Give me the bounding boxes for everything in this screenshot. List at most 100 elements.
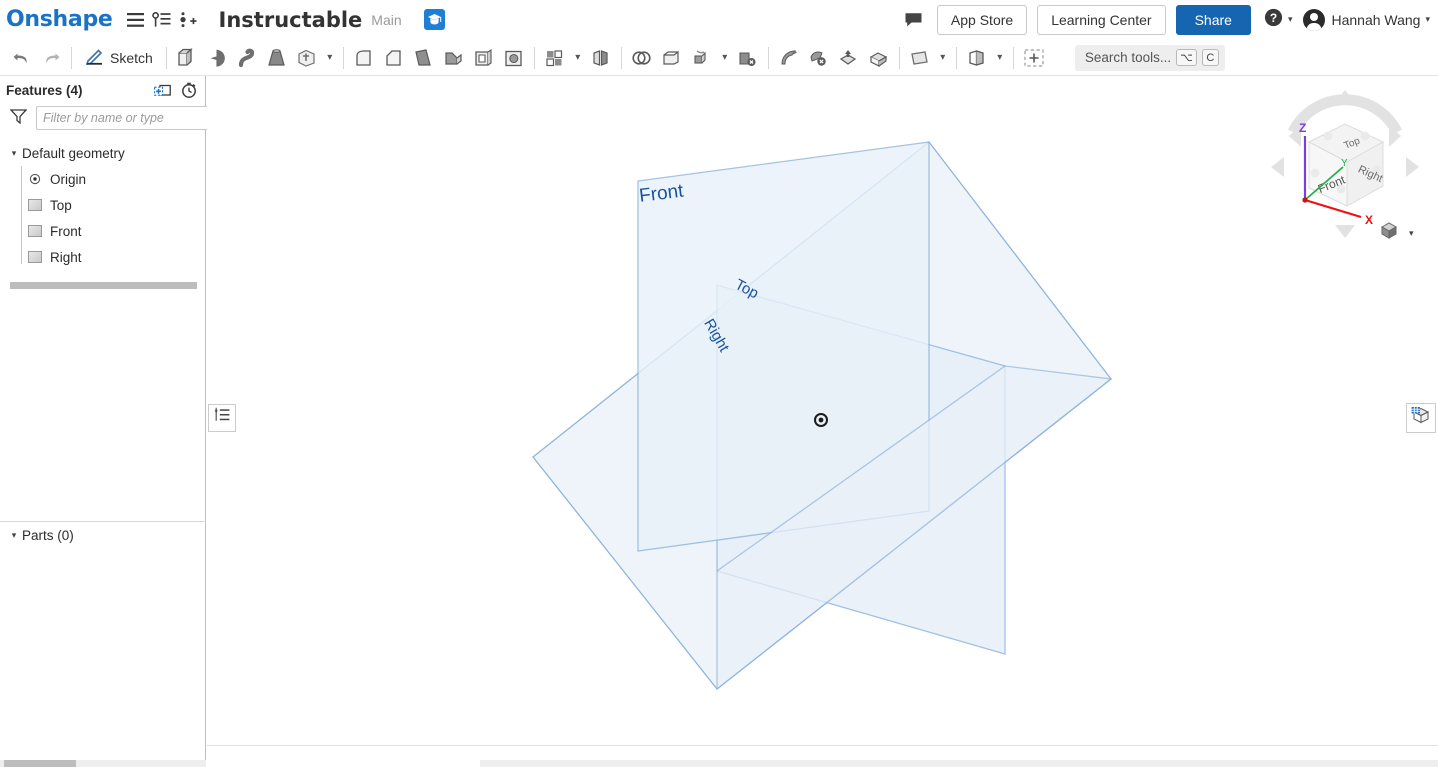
display-style-caret-icon[interactable]: ▾ [1409, 228, 1414, 239]
toolbar-divider [767, 46, 769, 69]
tree-node-origin[interactable]: Origin [0, 166, 205, 192]
tabs-bottom-scrollbar-thumb[interactable] [276, 760, 480, 767]
hole-icon[interactable] [499, 43, 529, 73]
toolbar-divider [620, 46, 622, 69]
tree-node-right[interactable]: Right [0, 244, 205, 270]
enclose-icon[interactable] [864, 43, 894, 73]
transform-caret-icon[interactable]: ▾ [717, 43, 733, 73]
display-style-menu[interactable]: ▾ [1379, 221, 1414, 245]
plane-icon [28, 199, 42, 211]
chevron-down-icon[interactable]: ▾ [6, 530, 22, 541]
feature-list-panel-icon [213, 407, 231, 429]
toolbar-divider [342, 46, 344, 69]
sketch-label: Sketch [110, 49, 153, 66]
features-caret-icon[interactable]: ▾ [322, 43, 338, 73]
fillet-icon[interactable] [349, 43, 379, 73]
toolbar-divider [1012, 46, 1014, 69]
add-branch-icon[interactable] [175, 6, 201, 34]
svg-text:?: ? [1270, 11, 1277, 25]
graphics-viewport[interactable]: Front Top Right Top Front Right Z Y X ▾ [207, 76, 1438, 767]
sweep-icon[interactable] [232, 43, 262, 73]
origin-point-icon [28, 173, 42, 185]
plane-icon [28, 225, 42, 237]
feature-list-panel-toggle[interactable] [208, 404, 236, 432]
sketch-button[interactable]: Sketch [77, 44, 161, 72]
search-input[interactable]: Search tools... [1085, 50, 1171, 65]
construction-plane-icon[interactable] [905, 43, 935, 73]
loft-icon[interactable] [262, 43, 292, 73]
view-cube[interactable]: Top Front Right Z Y X [1265, 84, 1425, 244]
add-folder-icon[interactable] [154, 83, 171, 98]
left-panel-bottom-scrollbar-thumb[interactable] [4, 760, 76, 767]
viewport-bottom-border [207, 745, 1438, 746]
help-circle-icon: ? [1264, 8, 1283, 32]
sheetmetal-caret-icon[interactable]: ▾ [992, 43, 1008, 73]
app-store-button[interactable]: App Store [936, 4, 1028, 35]
features-header: Features (4) [0, 76, 205, 104]
user-menu[interactable]: Hannah Wang ▾ [1303, 8, 1430, 31]
revolve-icon[interactable] [202, 43, 232, 73]
tree-node-label: Origin [50, 171, 87, 187]
boolean-icon[interactable] [627, 43, 657, 73]
move-face-icon[interactable] [774, 43, 804, 73]
more-features-icon[interactable] [292, 43, 322, 73]
tree-children: Origin Top Front Right [0, 166, 205, 270]
draft-icon[interactable] [409, 43, 439, 73]
version-graph-icon[interactable] [149, 6, 175, 34]
onshape-logo[interactable]: Onshape [6, 7, 113, 32]
pattern-caret-icon[interactable]: ▾ [570, 43, 586, 73]
split-icon[interactable] [657, 43, 687, 73]
appearance-panel-toggle[interactable] [1406, 403, 1436, 433]
filter-funnel-icon[interactable] [9, 108, 28, 129]
shell-icon[interactable] [469, 43, 499, 73]
display-style-cube-icon [1379, 221, 1399, 245]
document-title[interactable]: Instructable [219, 8, 363, 32]
linear-pattern-icon[interactable] [540, 43, 570, 73]
hamburger-menu-icon[interactable] [123, 6, 149, 34]
tree-node-label: Top [50, 197, 72, 213]
onshape-document-window: Onshape Instructable Main App Store Lear… [0, 0, 1438, 767]
search-tools-box[interactable]: Search tools... ⌥ C [1074, 44, 1225, 71]
tree-node-label: Default geometry [22, 145, 125, 161]
share-button[interactable]: Share [1175, 4, 1251, 35]
help-caret-icon: ▾ [1287, 14, 1293, 24]
tree-node-label: Right [50, 249, 82, 265]
rib-icon[interactable] [439, 43, 469, 73]
document-branch[interactable]: Main [371, 12, 401, 28]
delete-face-icon[interactable] [804, 43, 834, 73]
chevron-down-icon[interactable]: ▾ [6, 148, 22, 159]
plane-caret-icon[interactable]: ▾ [935, 43, 951, 73]
parts-label: Parts (0) [22, 527, 74, 543]
app-header: Onshape Instructable Main App Store Lear… [0, 0, 1438, 40]
toolbar-divider [71, 46, 72, 69]
feature-tree-panel: Features (4) Filter by name or type ▾ De… [0, 76, 211, 767]
origin-point-marker[interactable] [814, 413, 828, 427]
tree-node-top[interactable]: Top [0, 192, 205, 218]
mirror-icon[interactable] [586, 43, 616, 73]
toolbar-divider [955, 46, 957, 69]
sheet-metal-icon[interactable] [962, 43, 992, 73]
transform-icon[interactable] [687, 43, 717, 73]
chamfer-icon[interactable] [379, 43, 409, 73]
tree-node-default-geometry[interactable]: ▾ Default geometry [0, 140, 205, 166]
toolbar-divider [898, 46, 900, 69]
delete-part-icon[interactable] [733, 43, 763, 73]
history-clock-icon[interactable] [181, 82, 197, 98]
extrude-icon[interactable] [172, 43, 202, 73]
learning-center-button[interactable]: Learning Center [1037, 4, 1166, 35]
filter-input[interactable] [36, 106, 211, 130]
user-name-label: Hannah Wang [1331, 11, 1421, 28]
parts-section-header[interactable]: ▾ Parts (0) [0, 522, 206, 548]
feature-tree: ▾ Default geometry Origin Top Front Righ… [0, 140, 205, 270]
feature-tree-horizontal-scrollbar[interactable] [10, 282, 197, 289]
axis-x-label: X [1365, 213, 1373, 227]
replace-face-icon[interactable] [834, 43, 864, 73]
help-menu[interactable]: ? ▾ [1264, 8, 1293, 32]
redo-arrow-icon[interactable] [36, 43, 66, 73]
undo-arrow-icon[interactable] [6, 43, 36, 73]
add-variable-icon[interactable] [1019, 43, 1049, 73]
tree-node-front[interactable]: Front [0, 218, 205, 244]
graduation-cap-icon [423, 9, 445, 30]
tree-node-label: Front [50, 223, 82, 239]
comment-icon[interactable] [901, 6, 927, 34]
